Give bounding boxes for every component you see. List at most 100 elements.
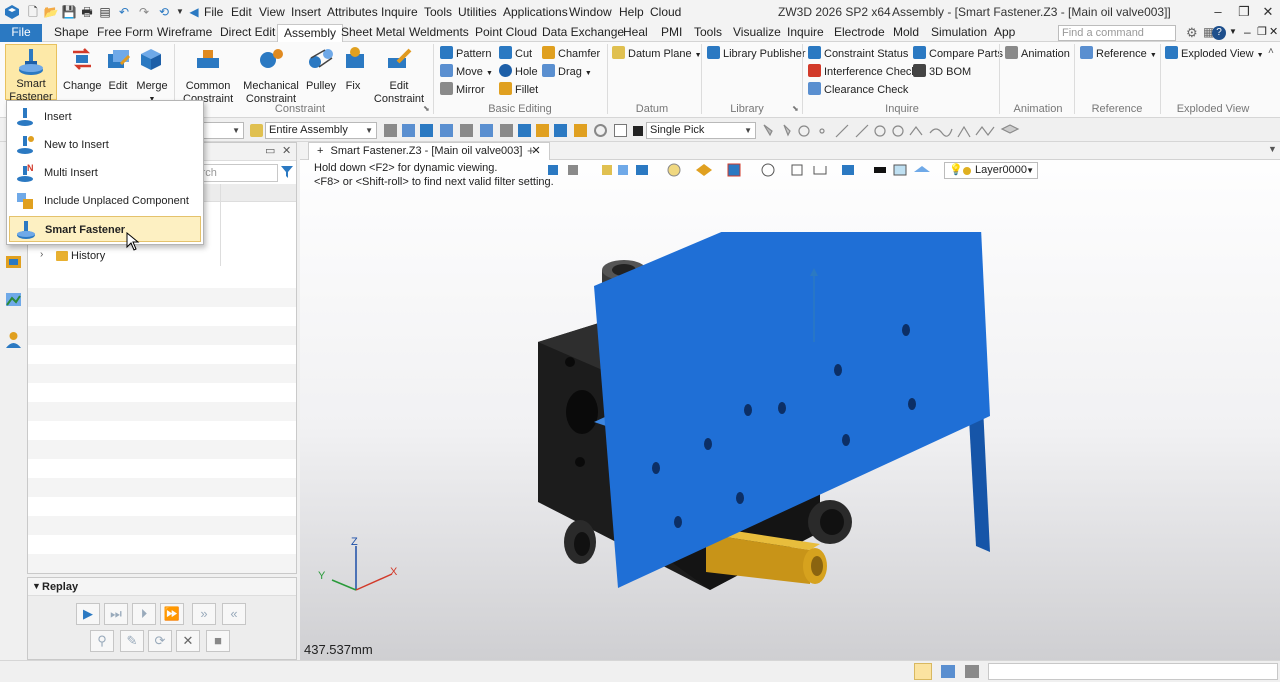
assembly-manager-icon[interactable]: [4, 252, 23, 271]
refresh-icon[interactable]: ⟲: [156, 4, 172, 20]
tab-inquire[interactable]: Inquire: [781, 24, 830, 42]
hole-button[interactable]: Hole: [499, 64, 538, 81]
menu-window[interactable]: Window: [569, 5, 612, 19]
replay-refresh-button[interactable]: ⟳: [148, 630, 172, 652]
close-doc-icon[interactable]: ✕: [1269, 25, 1278, 38]
menu-insert[interactable]: Insert: [291, 5, 321, 19]
print-icon[interactable]: 🖶: [79, 4, 95, 20]
maximize-button[interactable]: ❐: [1234, 2, 1254, 22]
bottom-right-fitting[interactable]: [808, 500, 852, 544]
menu-utilities[interactable]: Utilities: [458, 5, 497, 19]
edit-button[interactable]: Edit: [103, 44, 133, 93]
black-square-icon[interactable]: [633, 126, 643, 136]
animation-button[interactable]: Animation: [1005, 46, 1070, 63]
cut-button[interactable]: Cut: [499, 46, 532, 63]
expand-chevron-icon[interactable]: ›: [40, 249, 43, 260]
tab-app[interactable]: App: [988, 24, 1021, 42]
new-file-icon[interactable]: 🗋: [25, 4, 41, 20]
minimize-button[interactable]: –: [1208, 2, 1228, 22]
tab-shape[interactable]: Shape: [48, 24, 95, 42]
smart-fastener-button[interactable]: Smart Fastener ▼: [5, 44, 57, 115]
layer-combo[interactable]: 💡 Layer0000 ▼: [944, 162, 1038, 179]
tab-mold[interactable]: Mold: [887, 24, 925, 42]
undo-icon[interactable]: ↶: [116, 4, 132, 20]
pick-filter-icon-6[interactable]: [480, 124, 493, 137]
pick-filter-icon-11[interactable]: [574, 124, 587, 137]
edit-constraint-button[interactable]: Edit Constraint: [372, 44, 426, 106]
command-search-input[interactable]: Find a command: [1058, 25, 1176, 41]
assembly-filter-icon[interactable]: [250, 124, 263, 137]
history-clock-icon[interactable]: [594, 124, 607, 137]
tab-data-exchange[interactable]: Data Exchange: [536, 24, 630, 42]
tab-wireframe[interactable]: Wireframe: [151, 24, 218, 42]
filter-funnel-icon[interactable]: [280, 165, 294, 179]
replay-rewind-button[interactable]: «: [222, 603, 246, 625]
tab-pmi[interactable]: PMI: [655, 24, 688, 42]
menu-item-new-to-insert[interactable]: New to Insert: [9, 132, 201, 158]
tab-file[interactable]: File: [0, 24, 42, 42]
pick-filter-icon-7[interactable]: [500, 124, 513, 137]
replay-skip-button[interactable]: ⏩: [160, 603, 184, 625]
minimize-ribbon-icon[interactable]: –: [1244, 25, 1251, 39]
view-manager-icon[interactable]: [4, 290, 23, 309]
constraint-group-launcher-icon[interactable]: ⬊: [423, 104, 430, 113]
merge-button[interactable]: Merge ▼: [135, 44, 169, 106]
menu-applications[interactable]: Applications: [503, 5, 568, 19]
mirror-button[interactable]: Mirror: [440, 82, 485, 99]
replay-stop-button[interactable]: ■: [206, 630, 230, 652]
replay-edit-button[interactable]: ✎: [120, 630, 144, 652]
interference-check-button[interactable]: Interference Check: [808, 64, 917, 81]
tab-heal[interactable]: Heal: [617, 24, 654, 42]
collapse-triangle-icon[interactable]: ▼: [32, 581, 41, 591]
pick-filter-icon-3[interactable]: [420, 124, 433, 137]
help-icon[interactable]: ?: [1212, 26, 1226, 40]
menu-inquire[interactable]: Inquire: [381, 5, 418, 19]
save-all-icon[interactable]: ▤: [97, 4, 113, 20]
exploded-view-button[interactable]: Exploded View ▼: [1165, 46, 1264, 63]
tab-list-icon[interactable]: ▼: [1268, 144, 1277, 154]
move-button[interactable]: Move ▼: [440, 64, 493, 81]
replay-delete-button[interactable]: ✕: [176, 630, 200, 652]
restore-ribbon-icon[interactable]: ❐: [1257, 25, 1267, 38]
settings-gear-icon[interactable]: ⚙: [1186, 25, 1198, 41]
pick-filter-icon-5[interactable]: [460, 124, 473, 137]
status-icon-1[interactable]: [914, 663, 932, 680]
pick-filter-icon-9[interactable]: [536, 124, 549, 137]
menu-item-multi-insert[interactable]: N Multi Insert: [9, 160, 201, 186]
manager-float-icon[interactable]: ▭: [265, 144, 275, 157]
menu-tools[interactable]: Tools: [424, 5, 452, 19]
menu-file[interactable]: File: [204, 5, 223, 19]
replay-play-button[interactable]: ▶: [76, 603, 100, 625]
menu-item-smart-fastener[interactable]: Smart Fastener: [9, 216, 201, 242]
clearance-check-button[interactable]: Clearance Check: [808, 82, 908, 99]
menu-view[interactable]: View: [259, 5, 285, 19]
graphics-viewport[interactable]: + Smart Fastener.Z3 - [Main oil valve003…: [300, 142, 1280, 660]
stop-icon[interactable]: [614, 124, 627, 137]
tab-electrode[interactable]: Electrode: [828, 24, 891, 42]
tab-assembly[interactable]: Assembly: [277, 24, 344, 43]
status-icon-3[interactable]: [965, 665, 979, 678]
view-toolbar-icons[interactable]: [546, 162, 946, 178]
menu-help[interactable]: Help: [619, 5, 644, 19]
menu-attributes[interactable]: Attributes: [327, 5, 378, 19]
compare-parts-button[interactable]: Compare Parts: [913, 46, 1003, 63]
help-dropdown-icon[interactable]: ▼: [1229, 27, 1237, 36]
bom-3d-button[interactable]: 3D BOM: [913, 64, 971, 81]
datum-plane-button[interactable]: Datum Plane ▼: [612, 46, 702, 63]
tab-sheet-metal[interactable]: Sheet Metal: [335, 24, 411, 42]
menu-item-include-unplaced-component[interactable]: Include Unplaced Component: [9, 188, 201, 214]
tree-row-history[interactable]: › History: [28, 247, 296, 266]
replay-next-button[interactable]: ⏵: [132, 603, 156, 625]
new-tab-plus-icon[interactable]: +: [527, 143, 535, 158]
pulley-button[interactable]: Pulley: [304, 44, 338, 93]
snap-tools-icons[interactable]: [762, 123, 1022, 139]
constraint-status-button[interactable]: Constraint Status: [808, 46, 908, 63]
tab-tools[interactable]: Tools: [688, 24, 728, 42]
pick-filter-icon-2[interactable]: [402, 124, 415, 137]
library-group-launcher-icon[interactable]: ⬊: [792, 104, 799, 113]
pick-mode-combo[interactable]: Single Pick ▼: [646, 122, 756, 139]
pick-filter-icon-10[interactable]: [554, 124, 567, 137]
menu-cloud[interactable]: Cloud: [650, 5, 681, 19]
status-icon-2[interactable]: [941, 665, 955, 678]
tab-point-cloud[interactable]: Point Cloud: [469, 24, 543, 42]
